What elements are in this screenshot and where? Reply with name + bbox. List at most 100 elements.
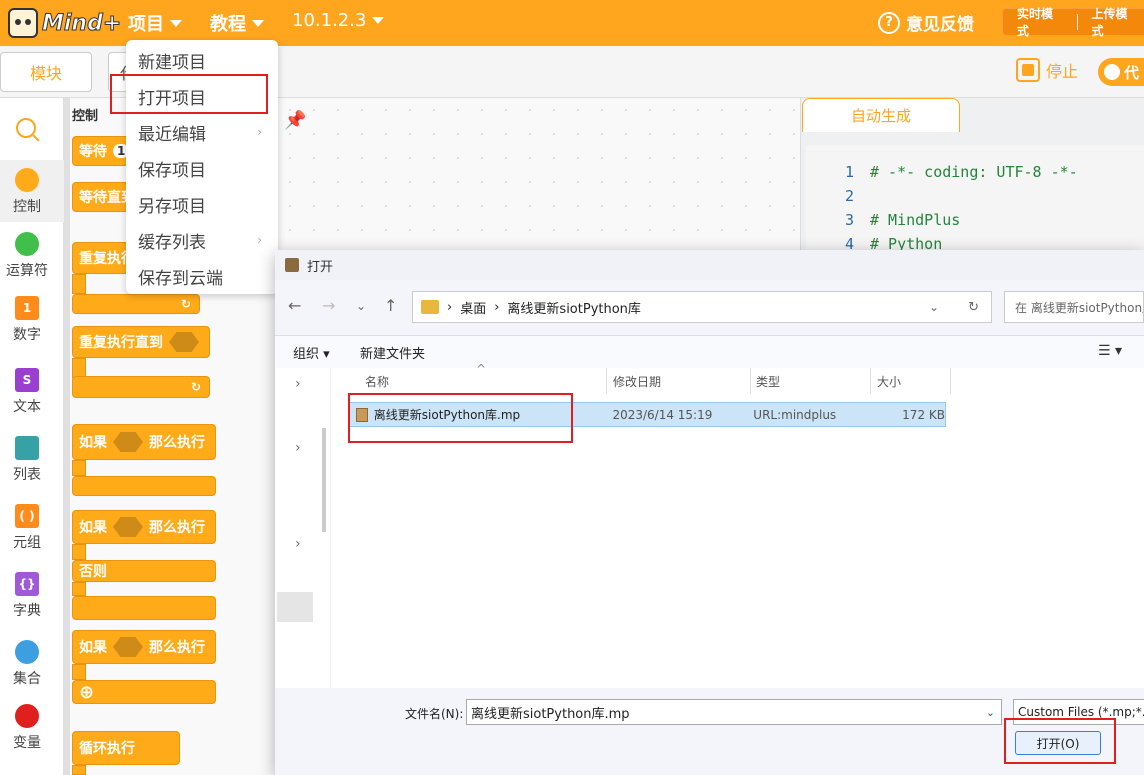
column-header-type[interactable]: 类型 [756, 373, 780, 390]
feedback-label: 意见反馈 [906, 15, 974, 35]
filename-input[interactable]: 离线更新siotPython库.mp ⌄ [466, 699, 1002, 725]
condition-slot[interactable] [169, 332, 199, 352]
mode-switch[interactable]: 实时模式 上传模式 [1002, 5, 1144, 39]
block-c-mouth [72, 582, 86, 596]
block-loop[interactable]: 循环执行 [72, 731, 180, 765]
chevron-down-icon[interactable]: ⌄ [986, 706, 995, 719]
stop-icon [1016, 58, 1040, 82]
menu-version[interactable]: 10.1.2.3 [292, 10, 385, 31]
condition-slot[interactable] [113, 517, 143, 537]
chevron-down-icon [170, 19, 182, 27]
back-arrow-icon[interactable]: ← [288, 296, 301, 315]
chevron-right-icon[interactable]: › [295, 440, 301, 456]
new-folder-button[interactable]: 新建文件夹 [360, 343, 425, 362]
address-bar[interactable]: › 桌面 › 离线更新siotPython库 ⌄ ↻ [412, 291, 992, 323]
block-c-mouth [72, 274, 86, 294]
category-tuple[interactable]: ( ) 元组 [0, 504, 54, 552]
block-if-else-end [72, 596, 216, 620]
view-options-icon[interactable]: ☰ ▾ [1098, 343, 1122, 359]
block-if-else[interactable]: 如果 那么执行 [72, 510, 216, 544]
column-separator[interactable] [870, 368, 871, 394]
category-set[interactable]: 集合 [0, 640, 54, 688]
forward-arrow-icon[interactable]: → [322, 296, 335, 315]
category-dict[interactable]: {} 字典 [0, 572, 54, 620]
chevron-down-icon[interactable]: ⌄ [929, 300, 939, 314]
number-icon: 1 [15, 296, 39, 320]
stop-button[interactable]: 停止 [1016, 58, 1078, 82]
menu-item-save-as[interactable]: 另存项目 [126, 186, 278, 222]
tab-auto-generate[interactable]: 自动生成 [802, 98, 960, 132]
column-header-size[interactable]: 大小 [877, 373, 901, 390]
column-separator[interactable] [750, 368, 751, 394]
filename-label: 文件名(N): [405, 707, 464, 721]
column-header-date[interactable]: 修改日期 [613, 373, 661, 390]
search-input[interactable]: 在 离线更新siotPython库 中搜索 [1004, 291, 1144, 323]
block-if-extendable[interactable]: 如果 那么执行 [72, 630, 216, 664]
category-number[interactable]: 1 数字 [0, 296, 54, 344]
nav-scrollbar[interactable] [322, 428, 326, 532]
block-label: 重复执行直到 [79, 335, 163, 351]
set-icon [15, 640, 39, 664]
menu-item-new-project[interactable]: 新建项目 [126, 42, 278, 78]
pin-icon[interactable]: 📌 [284, 110, 306, 131]
category-control[interactable]: 控制 [0, 168, 54, 216]
code-text: # -*- coding: UTF-8 -*- [870, 163, 1078, 181]
category-label: 控制 [13, 199, 41, 215]
menu-item-recent[interactable]: 最近编辑 › [126, 114, 278, 150]
block-c-mouth [72, 664, 86, 680]
category-text[interactable]: S 文本 [0, 368, 54, 416]
menu-project-label: 项目 [128, 14, 164, 35]
variable-icon [15, 704, 39, 728]
highlight-box [110, 74, 268, 114]
menu-tutorial[interactable]: 教程 [210, 10, 264, 36]
code-line: 2 [806, 187, 870, 205]
chevron-down-icon [252, 19, 264, 27]
condition-slot[interactable] [113, 432, 143, 452]
menu-item-label: 另存项目 [138, 196, 206, 217]
column-separator[interactable] [606, 368, 607, 394]
palette-scrollbar[interactable] [64, 98, 70, 775]
tab-blocks[interactable]: 模块 [0, 52, 92, 92]
menu-item-label: 缓存列表 [138, 232, 206, 253]
loop-arrow-icon: ↻ [190, 380, 201, 394]
refresh-icon[interactable]: ↻ [968, 300, 979, 315]
nav-item-selected[interactable] [277, 592, 313, 622]
block-wait[interactable]: 等待 1 [72, 136, 132, 166]
category-operators[interactable]: 运算符 [0, 232, 54, 280]
block-label: 那么执行 [149, 520, 205, 536]
block-repeat[interactable]: 重复执行 [72, 242, 135, 274]
mode-upload[interactable]: 上传模式 [1077, 5, 1144, 39]
highlight-box [1004, 718, 1116, 764]
block-wait-until[interactable]: 等待直到 [72, 182, 135, 212]
condition-slot[interactable] [113, 637, 143, 657]
organize-button[interactable]: 组织 ▾ [293, 343, 330, 362]
chevron-right-icon[interactable]: › [295, 376, 301, 392]
column-separator[interactable] [950, 368, 951, 394]
category-list[interactable]: 列表 [0, 436, 54, 484]
block-label: 否则 [79, 564, 107, 580]
menu-item-save-project[interactable]: 保存项目 [126, 150, 278, 186]
app-logo[interactable]: Mind+ [8, 5, 122, 41]
menu-item-save-cloud[interactable]: 保存到云端 [126, 258, 278, 294]
menu-tutorial-label: 教程 [210, 14, 246, 35]
feedback-button[interactable]: ? 意见反馈 [878, 10, 974, 35]
search-icon[interactable] [16, 118, 36, 138]
app-icon [285, 258, 299, 272]
category-variable[interactable]: 变量 [0, 704, 54, 752]
sort-up-icon: ^ [476, 362, 487, 376]
chevron-right-icon[interactable]: › [295, 536, 301, 552]
add-circle-icon[interactable]: ⊕ [79, 682, 94, 703]
block-repeat-until[interactable]: 重复执行直到 [72, 326, 210, 358]
mode-realtime[interactable]: 实时模式 [1003, 5, 1077, 39]
block-if-extendable-end: ⊕ [72, 680, 216, 704]
breadcrumb-folder[interactable]: 离线更新siotPython库 [507, 298, 641, 317]
breadcrumb-desktop[interactable]: 桌面 [460, 298, 486, 317]
code-toggle-button[interactable]: 代 [1098, 58, 1144, 86]
up-arrow-icon[interactable]: ↑ [384, 296, 397, 315]
menu-project[interactable]: 项目 [128, 10, 182, 36]
menu-item-cache-list[interactable]: 缓存列表 › [126, 222, 278, 258]
chevron-down-icon[interactable]: ⌄ [356, 299, 366, 313]
column-header-name[interactable]: 名称 [365, 373, 389, 390]
block-if-then[interactable]: 如果 那么执行 [72, 424, 216, 460]
toggle-knob-icon [1104, 64, 1120, 80]
